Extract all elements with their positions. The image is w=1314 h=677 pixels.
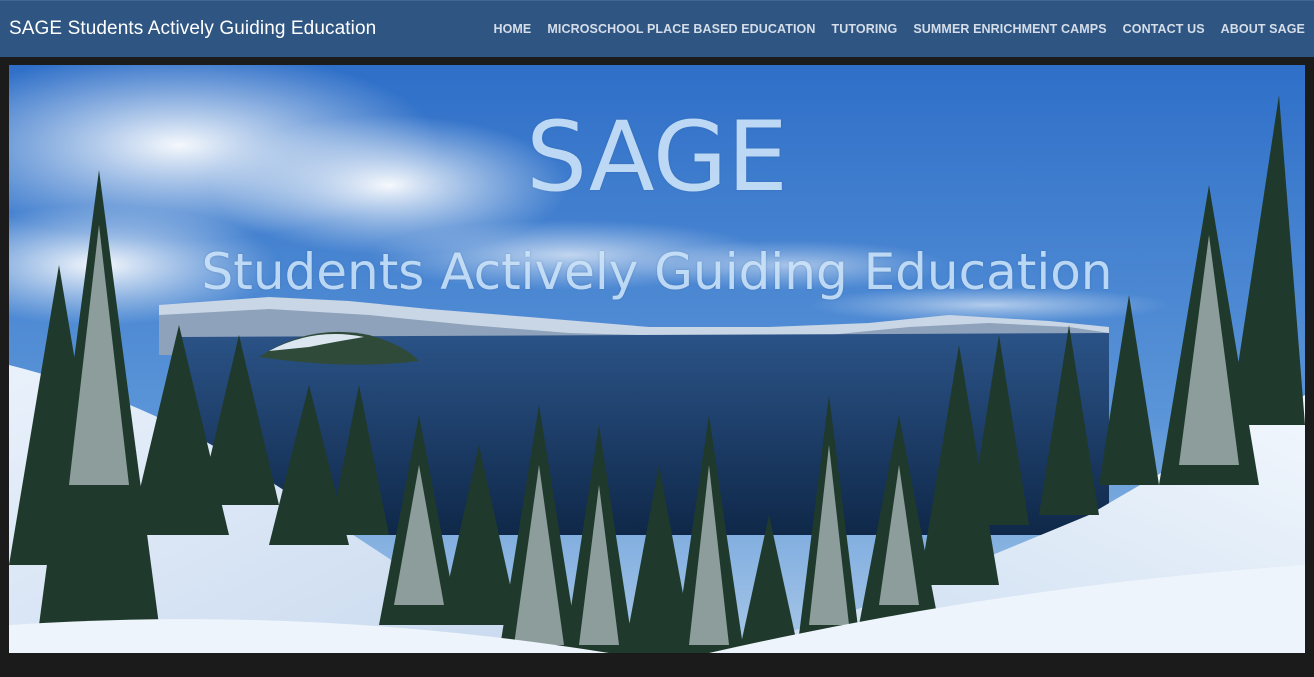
- nav-home[interactable]: HOME: [493, 22, 531, 36]
- main-nav: HOME MICROSCHOOL PLACE BASED EDUCATION T…: [477, 22, 1305, 36]
- nav-summer-camps[interactable]: SUMMER ENRICHMENT CAMPS: [913, 22, 1106, 36]
- site-brand-link[interactable]: SAGE Students Actively Guiding Education: [9, 18, 376, 40]
- hero-subtitle: Students Actively Guiding Education: [201, 243, 1113, 301]
- nav-about-sage[interactable]: ABOUT SAGE: [1221, 22, 1305, 36]
- site-header: SAGE Students Actively Guiding Education…: [0, 0, 1314, 57]
- hero-banner: SAGE Students Actively Guiding Education: [9, 65, 1305, 653]
- nav-contact-us[interactable]: CONTACT US: [1123, 22, 1205, 36]
- hero-title: SAGE: [526, 101, 788, 213]
- nav-tutoring[interactable]: TUTORING: [832, 22, 898, 36]
- nav-microschool[interactable]: MICROSCHOOL PLACE BASED EDUCATION: [547, 22, 815, 36]
